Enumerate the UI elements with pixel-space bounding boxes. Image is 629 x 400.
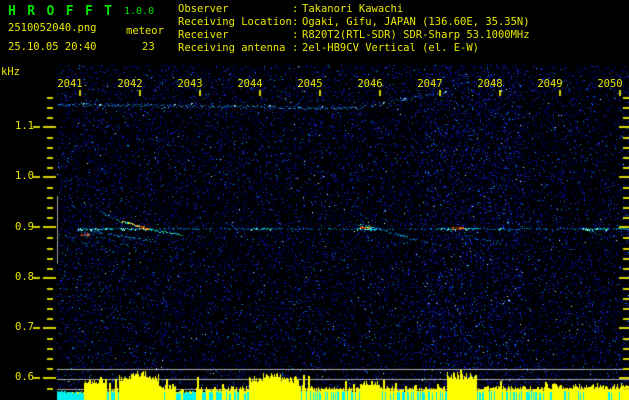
freq-tick-label-0.9: 0.9 bbox=[15, 221, 34, 233]
info-label: Receiving antenna bbox=[178, 42, 286, 54]
app-title: H R O F F T bbox=[8, 4, 114, 19]
time-tick-label-2048: 2048 bbox=[477, 78, 503, 90]
info-colon: : bbox=[292, 16, 299, 28]
app-version: 1.0.0 bbox=[124, 6, 155, 17]
time-tick-label-2049: 2049 bbox=[537, 78, 563, 90]
info-colon: : bbox=[292, 29, 299, 41]
info-value: Takanori Kawachi bbox=[302, 3, 404, 15]
info-value: R820T2(RTL-SDR) SDR-Sharp 53.1000MHz bbox=[302, 29, 530, 41]
freq-tick-label-0.6: 0.6 bbox=[15, 371, 34, 383]
datetime-label: 25.10.05 20:40 bbox=[8, 41, 97, 53]
time-tick-label-2043: 2043 bbox=[177, 78, 203, 90]
info-label: Receiver bbox=[178, 29, 229, 41]
observation-info: Observer: Takanori Kawachi Receiving Locat… bbox=[178, 3, 530, 55]
time-tick-label-2042: 2042 bbox=[117, 78, 143, 90]
info-row-receiving-location: Receiving Location: Ogaki, Gifu, JAPAN (1… bbox=[178, 16, 530, 29]
mode-label: meteor bbox=[126, 25, 164, 37]
info-row-receiver: Receiver: R820T2(RTL-SDR) SDR-Sharp 53.10… bbox=[178, 29, 530, 42]
info-row-observer: Observer: Takanori Kawachi bbox=[178, 3, 530, 16]
info-colon: : bbox=[292, 42, 299, 54]
echo-count: 23 bbox=[142, 41, 155, 53]
freq-axis-unit: kHz bbox=[1, 66, 20, 78]
freq-tick-label-0.7: 0.7 bbox=[15, 321, 34, 333]
info-label: Observer bbox=[178, 3, 229, 15]
info-label: Receiving Location bbox=[178, 16, 292, 28]
time-tick-label-2046: 2046 bbox=[357, 78, 383, 90]
info-colon: : bbox=[292, 3, 299, 15]
info-row-receiving-antenna: Receiving antenna:2el-HB9CV Vertical (el… bbox=[178, 42, 530, 55]
time-tick-label-2041: 2041 bbox=[57, 78, 83, 90]
info-value: Ogaki, Gifu, JAPAN (136.60E, 35.35N) bbox=[302, 16, 530, 28]
time-tick-label-2047: 2047 bbox=[417, 78, 443, 90]
freq-tick-label-0.8: 0.8 bbox=[15, 271, 34, 283]
spectrogram-canvas bbox=[0, 0, 629, 400]
time-tick-label-2045: 2045 bbox=[297, 78, 323, 90]
hrofft-spectrogram-screen: H R O F F T 1.0.0 2510052040.png meteor … bbox=[0, 0, 629, 400]
freq-tick-label-1.1: 1.1 bbox=[15, 120, 34, 132]
output-filename: 2510052040.png bbox=[8, 22, 97, 34]
time-tick-label-2050: 2050 bbox=[597, 78, 623, 90]
info-value: 2el-HB9CV Vertical (el. E-W) bbox=[302, 42, 480, 54]
time-tick-label-2044: 2044 bbox=[237, 78, 263, 90]
freq-tick-label-1.0: 1.0 bbox=[15, 170, 34, 182]
